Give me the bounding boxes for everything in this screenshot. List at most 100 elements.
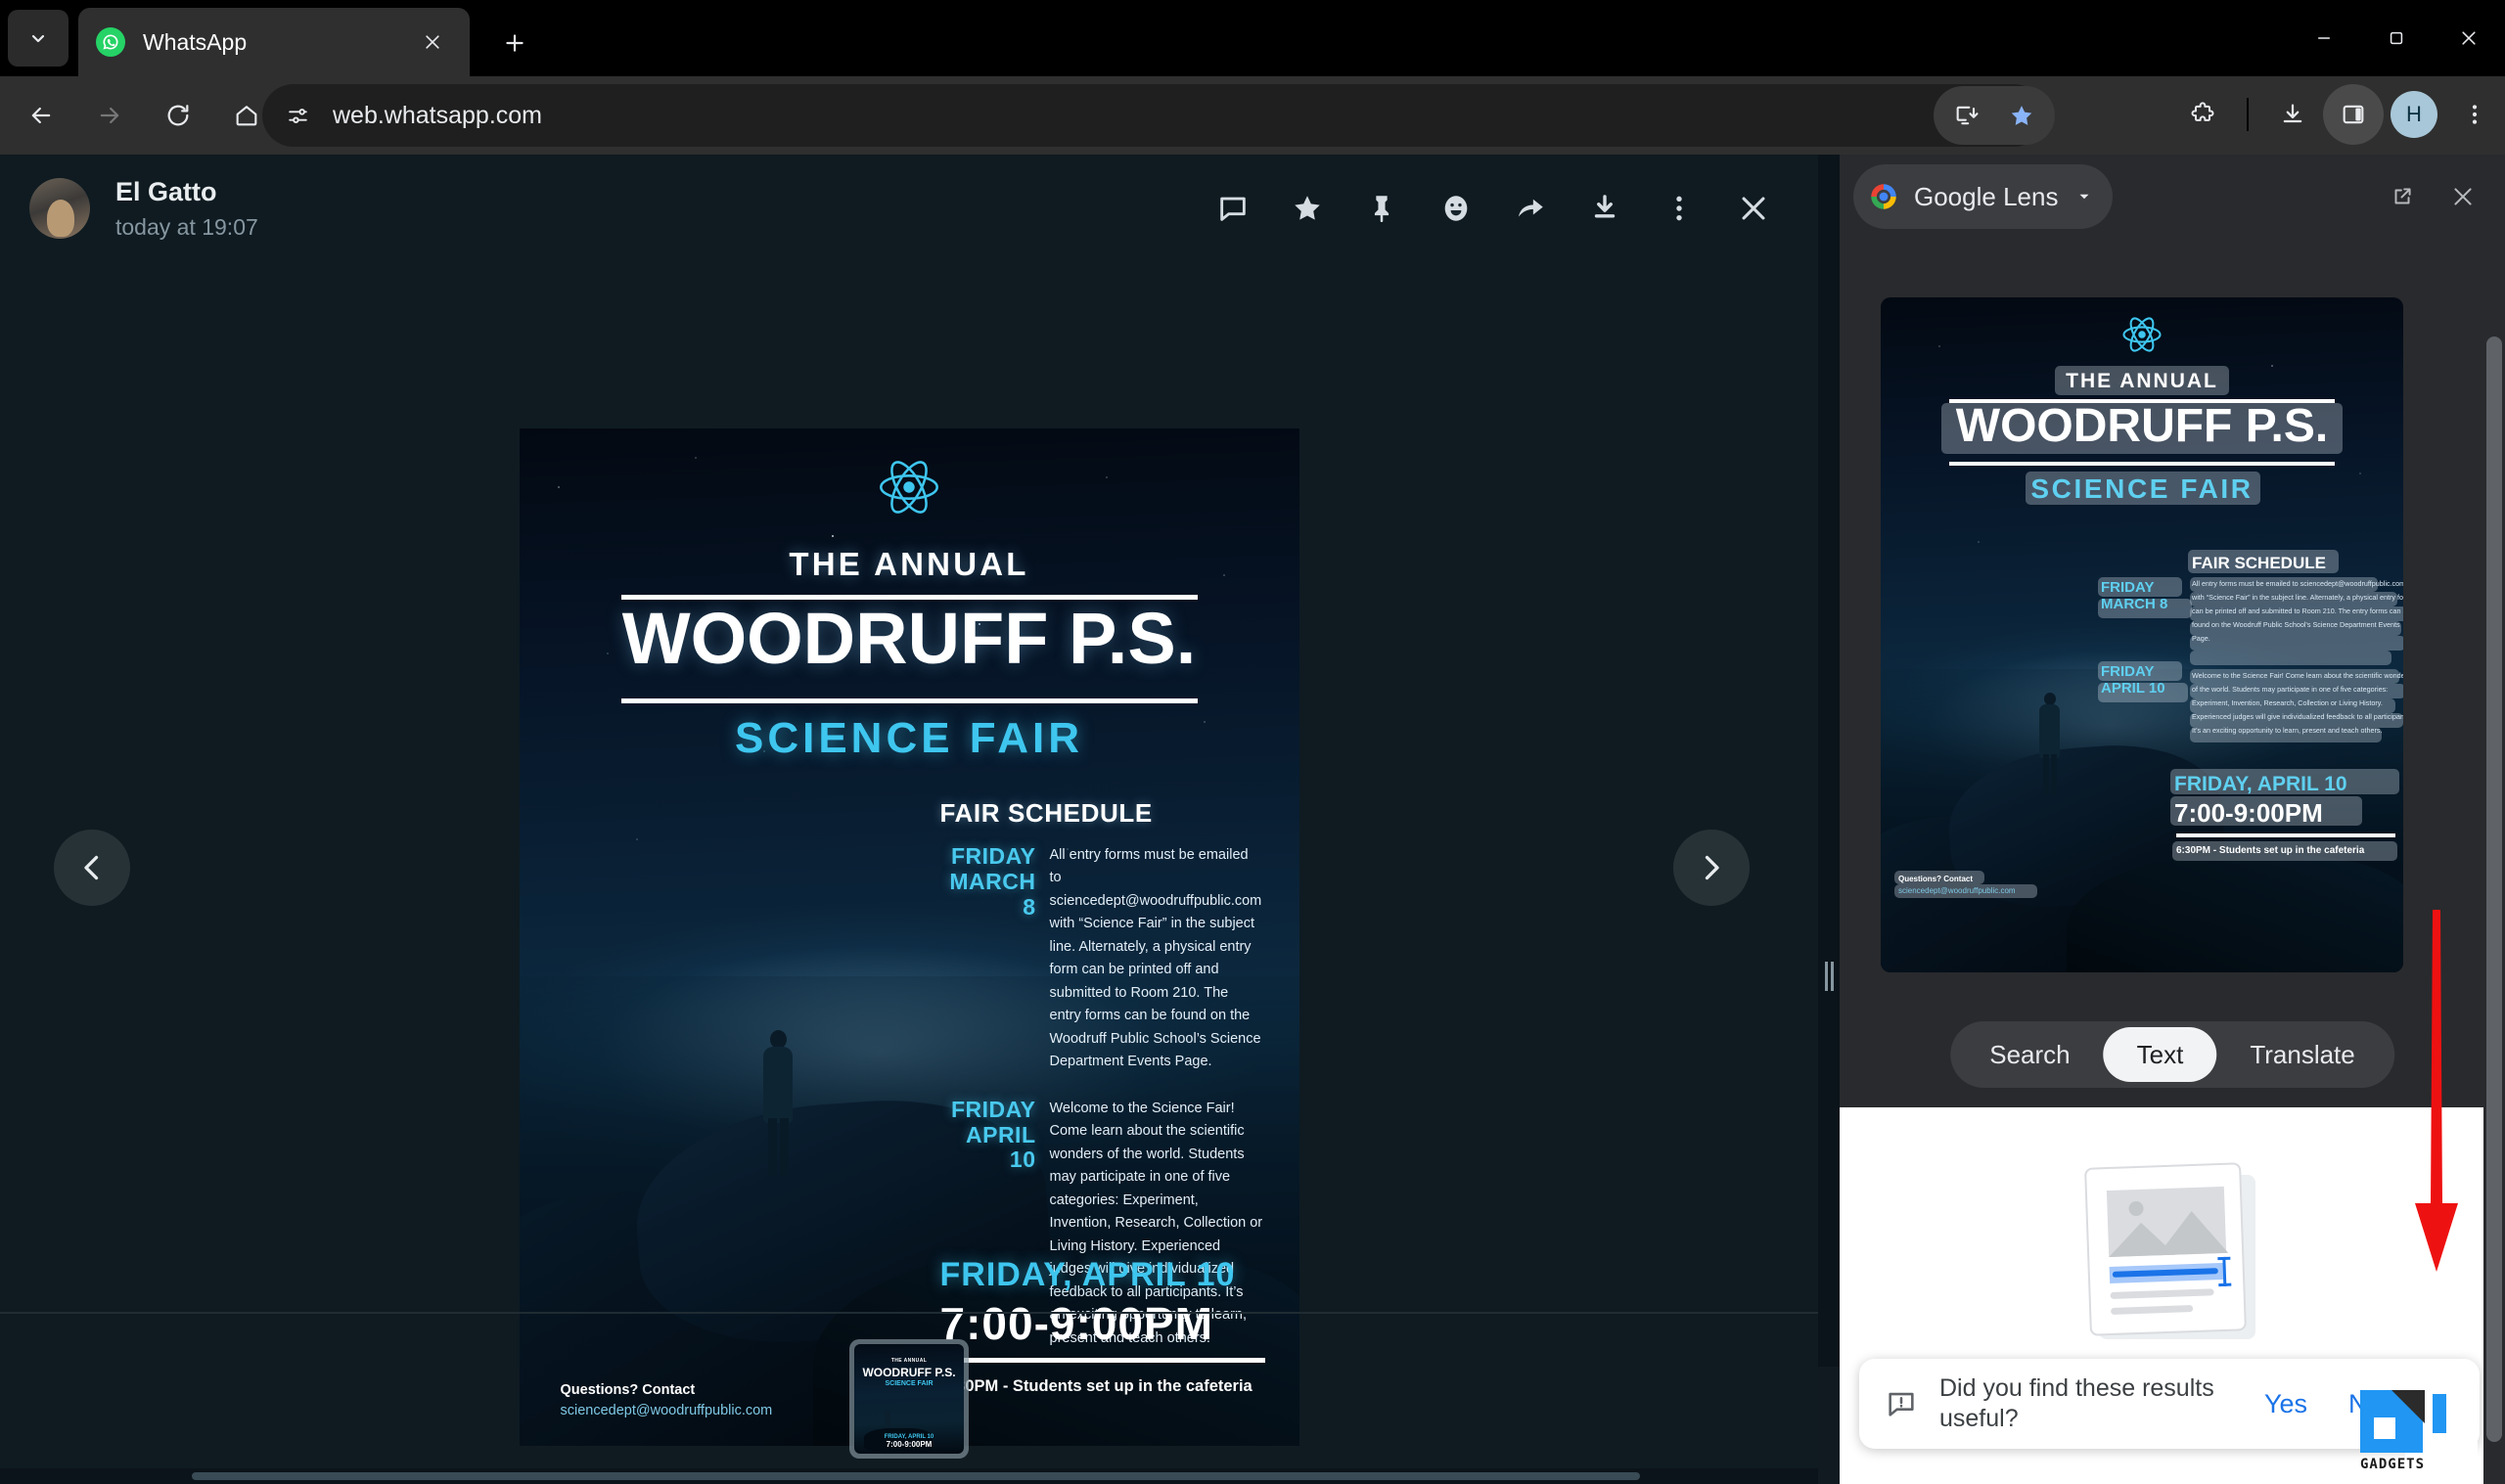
more-options-icon <box>1676 196 1682 221</box>
profile-button[interactable]: H <box>2384 84 2444 145</box>
schedule-date: FRIDAY MARCH 8 <box>940 843 1050 1074</box>
window-controls <box>2288 0 2505 76</box>
address-bar[interactable]: web.whatsapp.com <box>262 84 2045 147</box>
lens-big-time: 7:00-9:00PM <box>2174 798 2323 828</box>
reload-icon <box>167 105 189 126</box>
person-silhouette <box>757 1030 798 1177</box>
schedule-row: FRIDAY MARCH 8 All entry forms must be e… <box>940 843 1263 1074</box>
lens-panel-title: Google Lens <box>1914 181 2059 211</box>
extensions-button[interactable] <box>2172 84 2233 145</box>
reply-button[interactable] <box>1196 171 1270 246</box>
chevron-right-icon <box>1705 855 1719 880</box>
tab-text[interactable]: Text <box>2103 1027 2217 1082</box>
more-options-button[interactable] <box>1642 171 1716 246</box>
lens-questions-email: sciencedept@woodruffpublic.com <box>1898 886 2016 895</box>
lens-panel-body: THE ANNUAL WOODRUFF P.S. SCIENCE FAIR FA… <box>1840 239 2505 1484</box>
schedule-date-line1: FRIDAY <box>951 843 1036 869</box>
next-media-button[interactable] <box>1673 830 1750 906</box>
media-thumbnail-strip: THE ANNUAL WOODRUFF P.S. SCIENCE FAIR FR… <box>0 1312 1818 1484</box>
close-icon <box>426 35 439 49</box>
media-stage: THE ANNUAL WOODRUFF P.S. SCIENCE FAIR FA… <box>0 262 1818 1446</box>
google-lens-icon <box>1871 184 1896 209</box>
react-button[interactable] <box>1419 171 1493 246</box>
install-app-button[interactable] <box>1939 88 1994 143</box>
minimize-icon <box>2318 37 2330 39</box>
star-button[interactable] <box>1270 171 1344 246</box>
media-thumbnail[interactable]: THE ANNUAL WOODRUFF P.S. SCIENCE FAIR FR… <box>849 1339 969 1459</box>
lens-scrollbar-thumb[interactable] <box>2486 337 2502 1442</box>
lens-poster-kicker: THE ANNUAL <box>2066 370 2218 392</box>
tab-search[interactable]: Search <box>1956 1027 2103 1082</box>
install-app-icon <box>1956 106 1979 125</box>
side-panel-button[interactable] <box>2323 84 2384 145</box>
media-viewer: El Gatto today at 19:07 THE ANNUAL WOODR… <box>0 155 1818 1484</box>
forward-button[interactable] <box>82 88 137 143</box>
schedule-date-line1: FRIDAY <box>951 1096 1036 1122</box>
panel-resize-handle[interactable] <box>1822 957 1836 996</box>
window-minimize-button[interactable] <box>2288 0 2360 76</box>
chevron-down-icon <box>2079 194 2089 200</box>
tab-translate[interactable]: Translate <box>2216 1027 2388 1082</box>
download-icon <box>1594 195 1616 218</box>
bookmark-button[interactable] <box>1994 88 2049 143</box>
lens-date-line2: APRIL 10 <box>2101 680 2165 697</box>
lens-panel-header: Google Lens <box>1840 155 2505 239</box>
media-viewer-header: El Gatto today at 19:07 <box>0 155 1818 262</box>
atom-icon <box>880 461 938 514</box>
text-highlight[interactable] <box>2190 651 2391 665</box>
react-emoji-icon <box>1444 196 1468 221</box>
arrow-right-icon <box>100 107 119 124</box>
feedback-question: Did you find these results useful? <box>1939 1373 2214 1432</box>
thumb-school: WOODRUFF P.S. <box>862 1366 956 1379</box>
close-viewer-button[interactable] <box>1716 171 1791 246</box>
maximize-icon <box>2390 31 2403 45</box>
back-button[interactable] <box>14 88 68 143</box>
chevron-left-icon <box>84 855 99 880</box>
omnibox-actions <box>1934 86 2055 145</box>
lens-poster-school: WOODRUFF P.S. <box>1955 400 2329 452</box>
lens-date-line2: MARCH 8 <box>2101 596 2168 613</box>
whatsapp-icon <box>96 27 125 57</box>
poster-image[interactable]: THE ANNUAL WOODRUFF P.S. SCIENCE FAIR FA… <box>519 428 1299 1446</box>
tab-title: WhatsApp <box>143 28 248 55</box>
poster-event-name: SCIENCE FAIR <box>734 714 1084 762</box>
horizontal-scrollbar[interactable] <box>0 1468 1818 1484</box>
lens-questions-label: Questions? Contact <box>1898 875 1974 883</box>
url-text: web.whatsapp.com <box>333 101 543 129</box>
open-in-new-icon <box>2394 188 2411 204</box>
message-timestamp: today at 19:07 <box>115 214 258 241</box>
three-dots-vertical-icon <box>2472 105 2478 124</box>
lens-panel-selector[interactable]: Google Lens <box>1853 164 2114 229</box>
lens-image-preview[interactable]: THE ANNUAL WOODRUFF P.S. SCIENCE FAIR FA… <box>1881 297 2403 972</box>
lens-rule-bottom <box>1949 462 2335 466</box>
pin-button[interactable] <box>1344 171 1419 246</box>
reply-icon <box>1220 197 1246 221</box>
chevron-down-icon <box>31 34 45 43</box>
watermark: GADGETS <box>2360 1390 2478 1474</box>
lens-scrollbar-track[interactable] <box>2483 323 2505 1484</box>
schedule-body: All entry forms must be emailed to scien… <box>1049 847 1262 1070</box>
downloads-button[interactable] <box>2262 84 2323 145</box>
browser-menu-button[interactable] <box>2444 84 2505 145</box>
new-tab-button[interactable] <box>489 18 540 68</box>
lens-schedule-date-1: FRIDAY MARCH 8 <box>2101 579 2167 613</box>
browser-tab-whatsapp[interactable]: WhatsApp <box>78 8 470 76</box>
browser-toolbar-right: H <box>2172 84 2505 145</box>
text-selection-illustration <box>2081 1161 2263 1347</box>
forward-button[interactable] <box>1493 171 1568 246</box>
site-settings-button[interactable] <box>274 92 321 139</box>
poster-school-name: WOODRUFF P.S. <box>621 598 1197 679</box>
thumb-time: 7:00-9:00PM <box>886 1440 933 1449</box>
avatar: H <box>2391 91 2437 138</box>
download-button[interactable] <box>1568 171 1642 246</box>
tab-close-button[interactable] <box>413 22 452 62</box>
feedback-yes-button[interactable]: Yes <box>2264 1389 2307 1419</box>
close-lens-panel-button[interactable] <box>2433 166 2493 227</box>
reload-button[interactable] <box>151 88 205 143</box>
tab-search-button[interactable] <box>8 10 68 67</box>
atom-icon <box>2122 317 2162 352</box>
window-close-button[interactable] <box>2433 0 2505 76</box>
open-in-new-tab-button[interactable] <box>2372 166 2433 227</box>
window-maximize-button[interactable] <box>2360 0 2433 76</box>
previous-media-button[interactable] <box>54 830 130 906</box>
